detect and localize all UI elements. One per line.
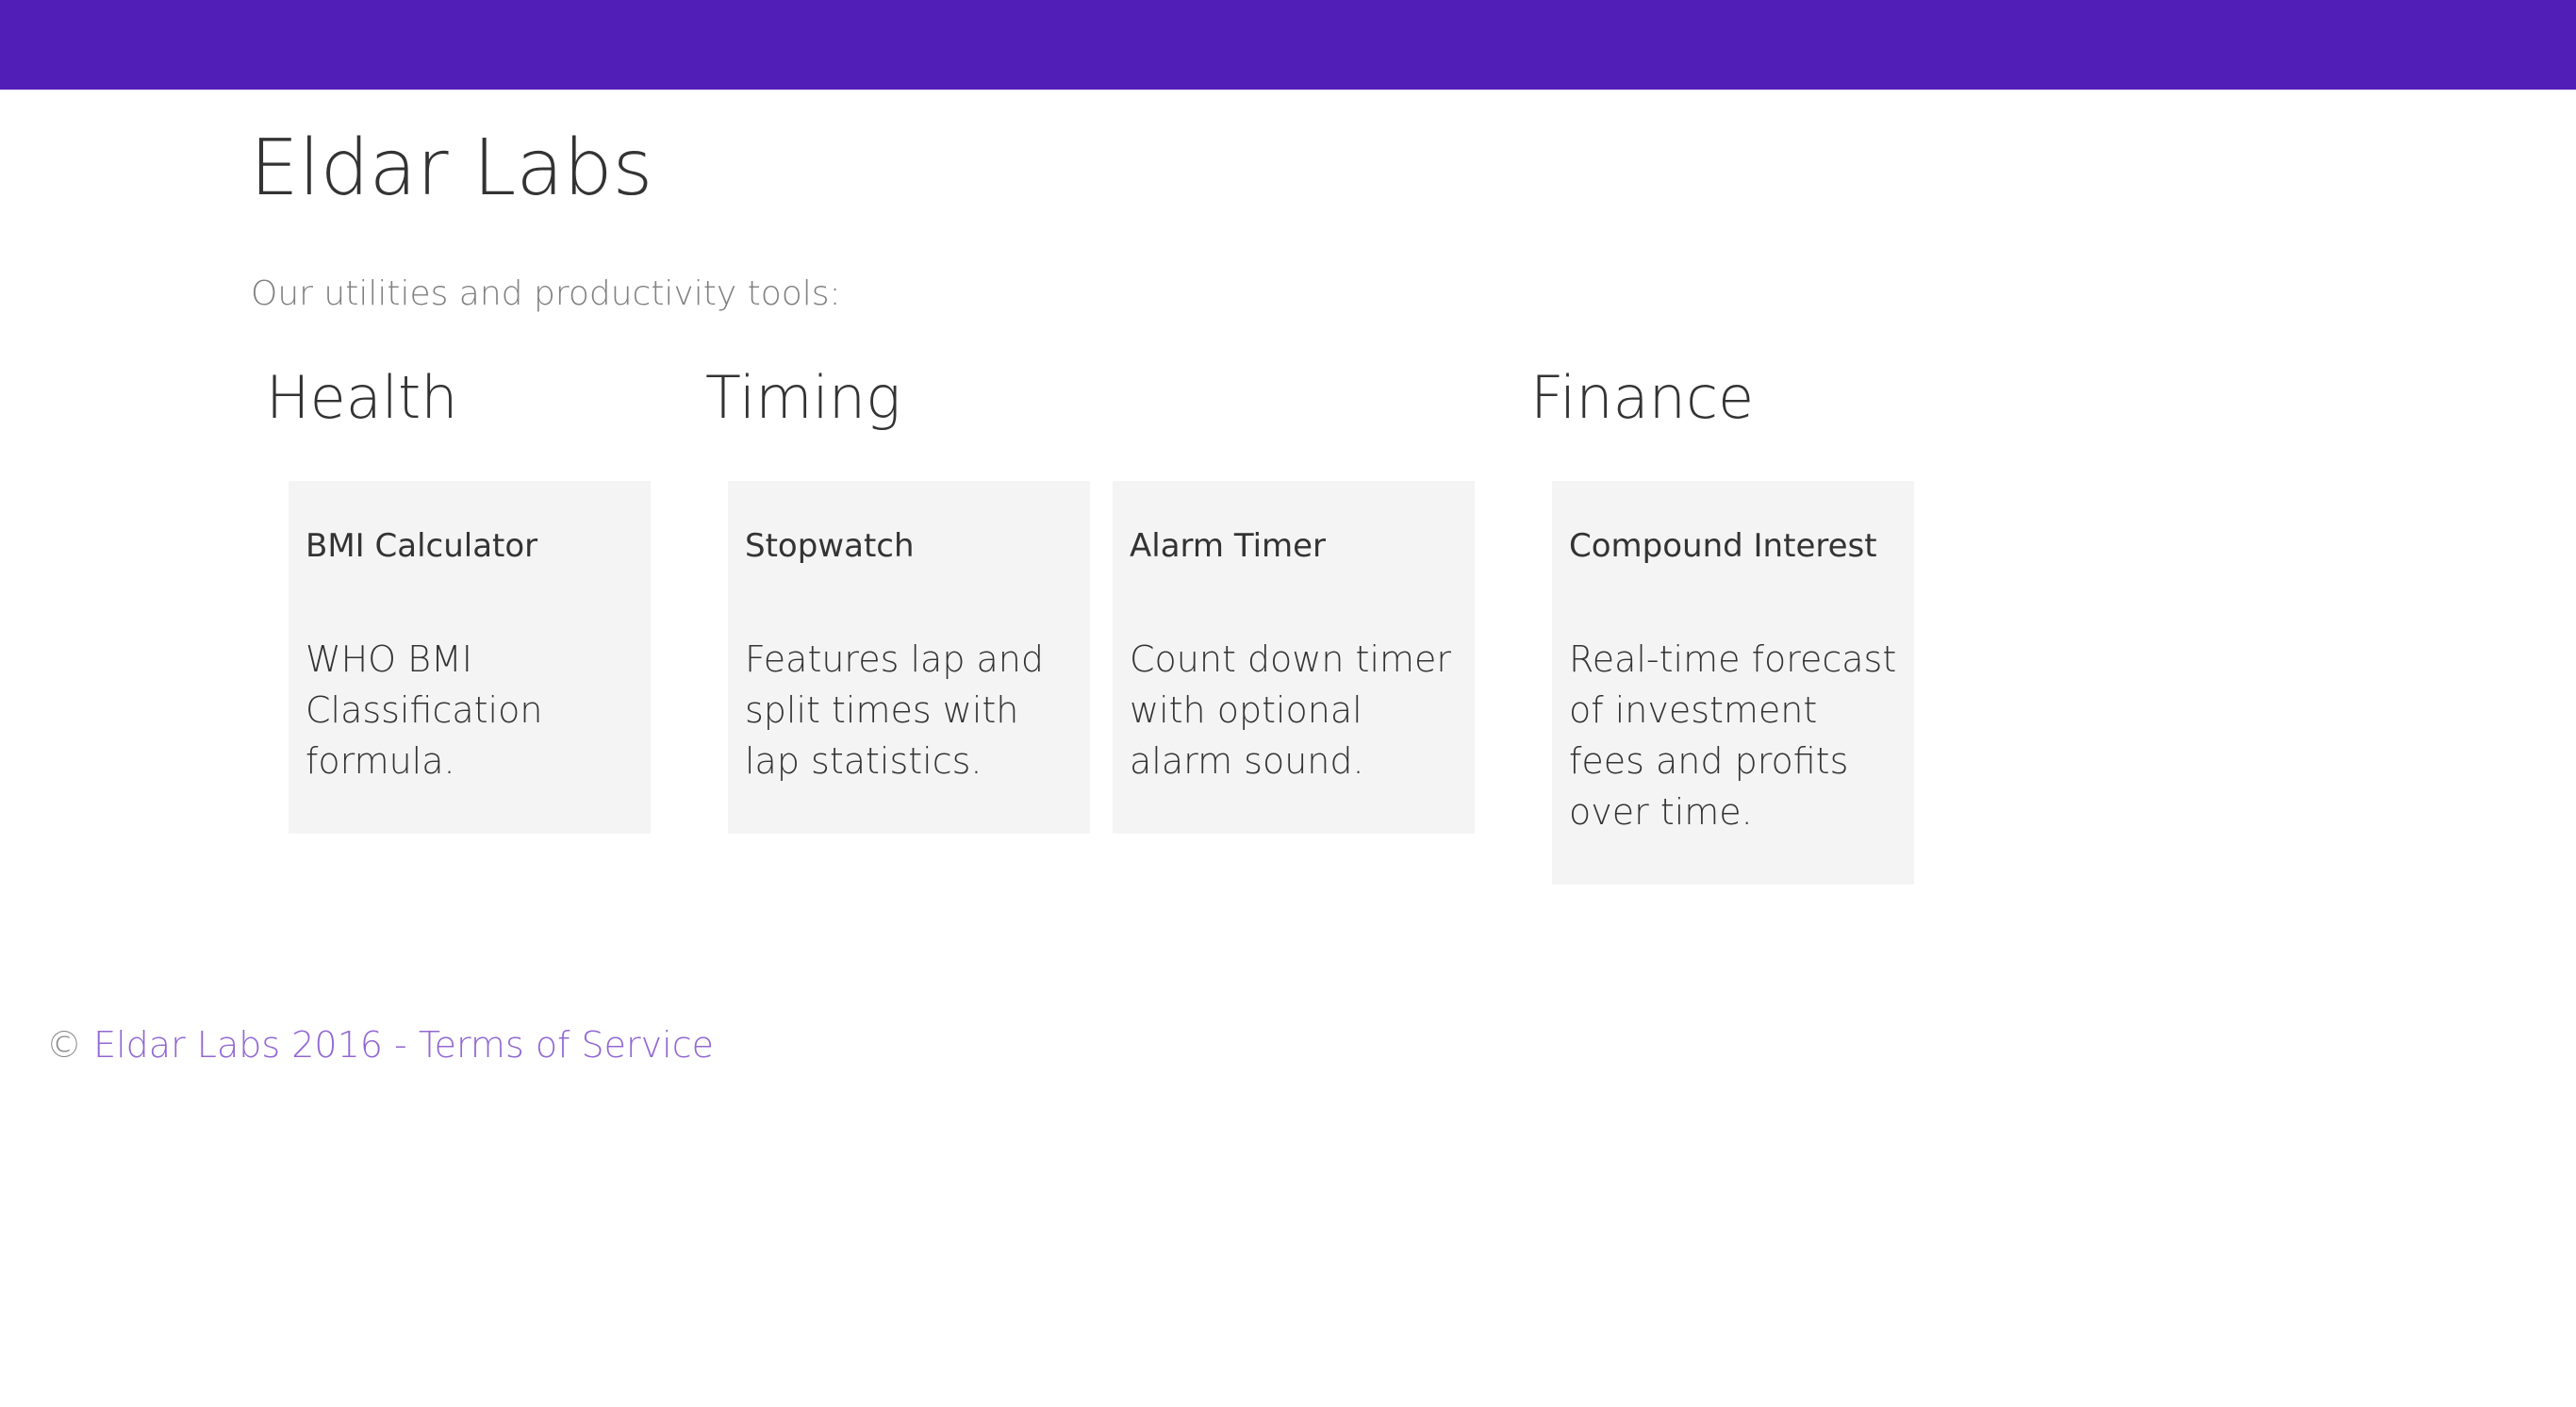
category-heading-health: Health — [266, 363, 458, 432]
tool-card-description: Features lap and split times with lap st… — [745, 637, 1045, 782]
tool-card-title: Compound Interest — [1569, 527, 1877, 565]
intro-text: Our utilities and productivity tools: — [251, 274, 841, 313]
tool-card-description: Count down timer with optional alarm sou… — [1130, 637, 1452, 782]
footer: © Eldar Labs 2016 - Terms of Service — [46, 1024, 714, 1068]
tool-card-title: Alarm Timer — [1130, 527, 1327, 565]
tool-card-description: Real-time forecast of investment fees an… — [1569, 637, 1897, 833]
copyright-symbol: © — [46, 1024, 82, 1066]
tool-card-stopwatch[interactable]: Stopwatch Features lap and split times w… — [728, 481, 1090, 834]
copyright-link[interactable]: Eldar Labs 2016 — [93, 1024, 383, 1066]
tool-card-title: Stopwatch — [745, 527, 915, 565]
tool-card-bmi-calculator[interactable]: BMI Calculator WHO BMI Classification fo… — [289, 481, 651, 834]
terms-of-service-link[interactable]: Terms of Service — [419, 1024, 714, 1066]
top-bar — [0, 0, 2576, 90]
footer-separator: - — [394, 1024, 407, 1066]
tool-card-description: WHO BMI Classification formula. — [305, 637, 543, 782]
tool-card-alarm-timer[interactable]: Alarm Timer Count down timer with option… — [1113, 481, 1475, 834]
category-heading-finance: Finance — [1530, 363, 1755, 432]
tool-card-compound-interest[interactable]: Compound Interest Real-time forecast of … — [1552, 481, 1914, 885]
tool-card-title: BMI Calculator — [305, 527, 538, 565]
category-heading-timing: Timing — [705, 363, 901, 432]
page-title: Eldar Labs — [250, 124, 653, 213]
